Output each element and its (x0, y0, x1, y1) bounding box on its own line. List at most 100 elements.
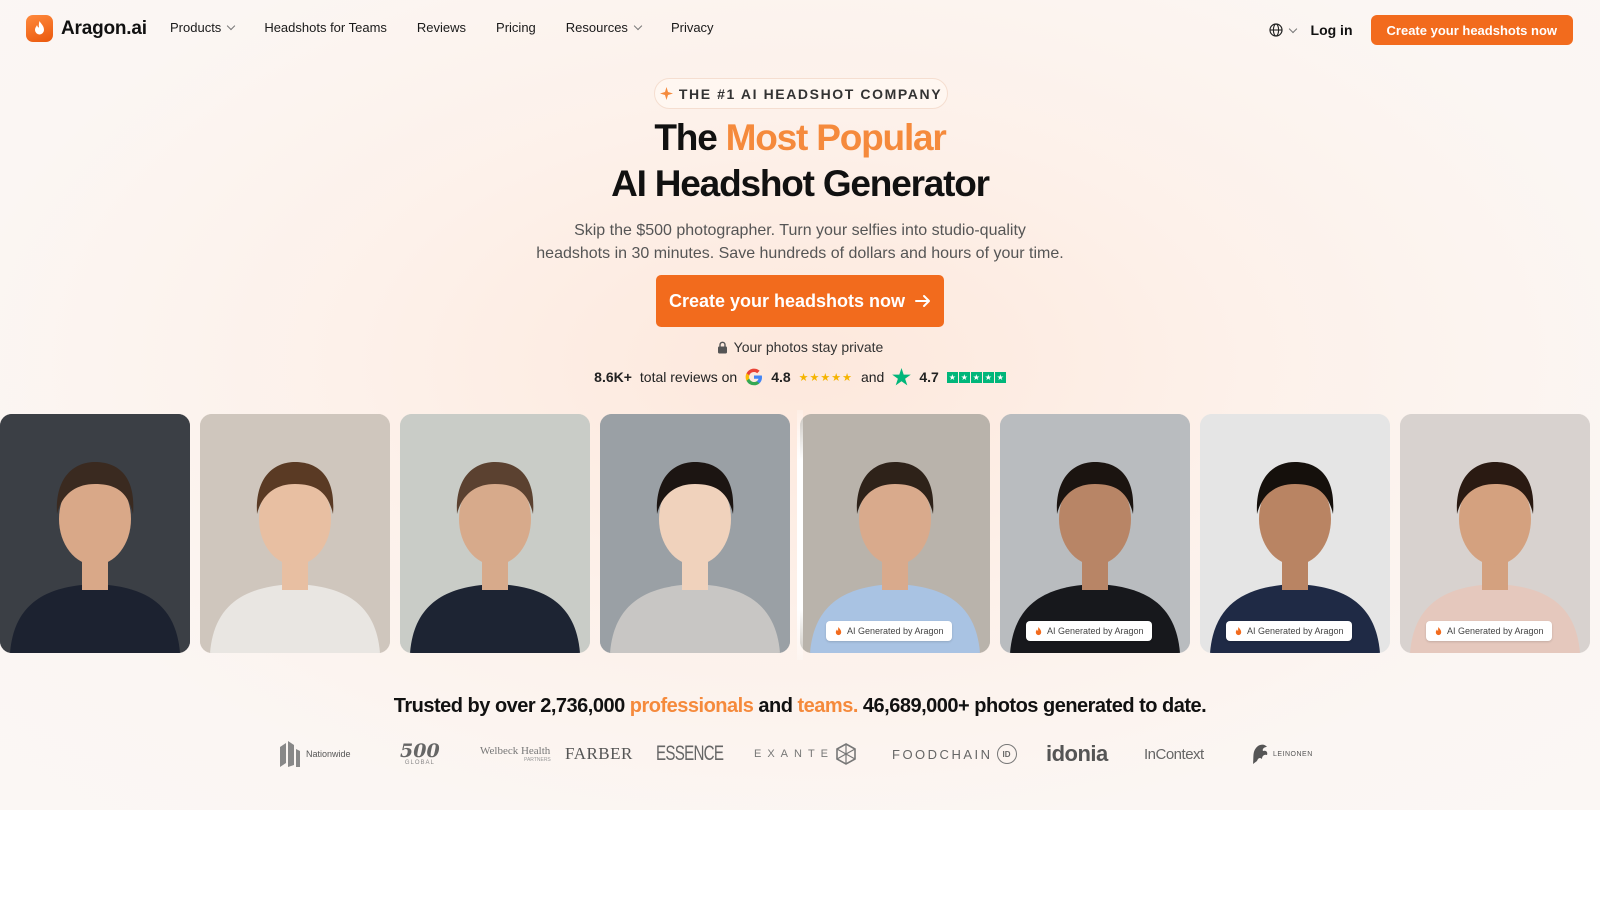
globe-icon (1268, 23, 1283, 37)
login-link[interactable]: Log in (1311, 22, 1353, 38)
nav-link-label: Products (170, 20, 222, 35)
google-stars: ★★★★★ (798, 371, 853, 384)
nationwide-mark-icon (280, 741, 300, 767)
ai-tag-label: AI Generated by Aragon (847, 626, 944, 636)
ai-headshot-photo: AI Generated by Aragon (800, 414, 990, 653)
person-portrait (800, 414, 990, 653)
flame-icon (835, 626, 842, 635)
logo-nationwide: Nationwide (278, 736, 351, 772)
nav-link-label: Headshots for Teams (264, 20, 387, 35)
trustpilot-star: ★ (958, 371, 970, 383)
nav-link-pricing[interactable]: Pricing (496, 20, 536, 35)
nav-link-resources[interactable]: Resources (566, 20, 643, 35)
chevron-down-icon (227, 21, 236, 31)
nav-link-privacy[interactable]: Privacy (671, 20, 714, 35)
ai-generated-tag: AI Generated by Aragon (1426, 621, 1552, 641)
google-rating: 4.8 (771, 369, 791, 385)
review-count: 8.6K+ (594, 369, 632, 385)
title-accent: Most Popular (725, 117, 947, 158)
ai-generated-tag: AI Generated by Aragon (1026, 621, 1152, 641)
foodchain-id-badge: ID (996, 744, 1017, 764)
person-portrait (1200, 414, 1390, 653)
logo-text: FARBER (565, 744, 633, 763)
before-after-divider[interactable] (797, 410, 803, 660)
trustpilot-star: ★ (946, 371, 958, 383)
person-portrait (1000, 414, 1190, 653)
trustpilot-star: ★ (982, 371, 994, 383)
reviews-and: and (860, 369, 885, 385)
selfie-photo (400, 414, 590, 653)
trustpilot-star: ★ (970, 371, 982, 383)
logo-text: LEINONEN (1273, 750, 1313, 758)
chevron-down-icon (1288, 24, 1297, 33)
ai-generated-tag: AI Generated by Aragon (826, 621, 952, 641)
nav-create-headshots-button[interactable]: Create your headshots now (1370, 15, 1573, 45)
person-portrait (600, 414, 790, 653)
sparkle-icon (659, 87, 673, 100)
logo-leinonen: LEINONEN (1250, 736, 1313, 772)
logo-welbeck-health: Welbeck Health PARTNERS (480, 736, 551, 772)
person-portrait (1400, 414, 1590, 653)
nav-link-label: Privacy (670, 20, 714, 35)
logo-text: EXANTE (754, 748, 835, 760)
logo-foodchain-id: FOODCHAIN ID (892, 736, 1017, 772)
top-navbar: Aragon.ai Products Headshots for Teams Rev… (0, 0, 1600, 58)
logo-text: 500 (400, 740, 440, 762)
title-pre: The (654, 117, 726, 158)
logo-text: FOODCHAIN (892, 746, 993, 762)
trustpilot-star-icon (892, 368, 912, 386)
chevron-down-icon (633, 21, 643, 31)
selfie-photo (600, 414, 790, 653)
trust-teams: teams. (797, 695, 859, 717)
trustpilot-rating: 4.7 (919, 369, 939, 385)
ai-tag-label: AI Generated by Aragon (1447, 626, 1544, 636)
create-headshots-button[interactable]: Create your headshots now (656, 275, 944, 327)
brand-logo[interactable]: Aragon.ai (26, 15, 147, 42)
cta-label: Create your headshots now (668, 290, 906, 311)
page-title-line1: The Most Popular (0, 117, 1600, 159)
trusted-by-heading: Trusted by over 2,736,000 professionals … (0, 695, 1600, 718)
hero-subtitle-line1: Skip the $500 photographer. Turn your se… (574, 222, 1026, 239)
language-selector[interactable] (1268, 23, 1297, 37)
nav-link-reviews[interactable]: Reviews (417, 20, 466, 35)
ai-tag-label: AI Generated by Aragon (1047, 626, 1144, 636)
ai-headshot-photo: AI Generated by Aragon (1400, 414, 1590, 653)
logo-text: InContext (1144, 745, 1204, 763)
page-title-line2: AI Headshot Generator (611, 163, 990, 204)
logo-text: PARTNERS (524, 757, 551, 763)
nav-link-headshots-for-teams[interactable]: Headshots for Teams (264, 20, 387, 35)
arrow-right-icon (915, 295, 931, 307)
trustpilot-star: ★ (994, 371, 1006, 383)
logo-exante: EXANTE (754, 736, 856, 772)
flame-icon (1035, 626, 1042, 635)
ai-headshot-photo: AI Generated by Aragon (1000, 414, 1190, 653)
logo-farber: FARBER (565, 736, 633, 772)
nav-link-products[interactable]: Products (170, 20, 236, 35)
logo-text: ID (1002, 749, 1011, 759)
logo-500-global: 500 GLOBAL (400, 736, 440, 772)
logo-text: ESSENCE (656, 742, 724, 765)
person-portrait (400, 414, 590, 653)
flame-icon (1435, 626, 1442, 635)
leinonen-mark-icon (1253, 744, 1268, 764)
trust-pre: Trusted by over 2,736,000 (393, 695, 630, 717)
customer-logos: Nationwide 500 GLOBAL Welbeck Health PAR… (278, 736, 1328, 772)
trust-and: and (753, 695, 798, 717)
trust-post: 46,689,000+ photos generated to date. (857, 695, 1207, 717)
brand-name: Aragon.ai (61, 17, 147, 39)
hero-subtitle-line2: headshots in 30 minutes. Save hundreds o… (536, 245, 1064, 262)
nav-link-label: Pricing (496, 20, 536, 35)
logo-essence: ESSENCE (656, 736, 749, 772)
privacy-note: Your photos stay private (0, 339, 1600, 355)
page-footer-space (0, 810, 1600, 900)
trustpilot-stars: ★ ★ ★ ★ ★ (946, 371, 1006, 383)
nav-links: Products Headshots for Teams Reviews Pricin… (170, 20, 744, 35)
trust-professionals: professionals (629, 695, 754, 717)
google-icon (745, 368, 763, 386)
logo-idonia: idonia (1046, 736, 1108, 772)
flame-icon (26, 15, 53, 42)
privacy-text: Your photos stay private (733, 339, 884, 355)
hero-badge: THE #1 AI HEADSHOT COMPANY (654, 78, 948, 109)
review-text: total reviews on (639, 369, 738, 385)
logo-text: GLOBAL (404, 760, 435, 766)
